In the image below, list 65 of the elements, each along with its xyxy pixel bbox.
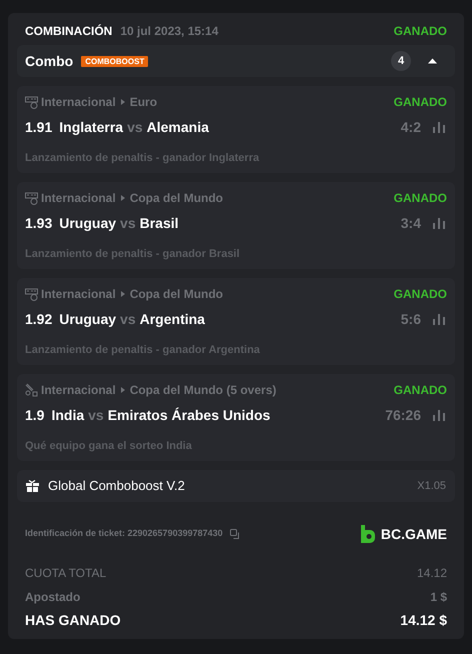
score: 4:2 xyxy=(400,118,421,136)
total-value: 14.12 xyxy=(416,564,447,582)
bar-chart-icon[interactable] xyxy=(433,122,445,132)
odds: 1.9 xyxy=(25,406,44,424)
score: 76:26 xyxy=(385,406,421,424)
away-team: Argentina xyxy=(140,310,205,329)
bar-chart-icon[interactable] xyxy=(433,218,445,228)
odds: 1.92 xyxy=(25,310,52,328)
boost-label: Global Comboboost V.2 xyxy=(48,477,185,496)
comboboost-badge: COMBOBOOST xyxy=(81,56,148,66)
league-name: Internacional xyxy=(41,286,116,303)
combo-title: Combo xyxy=(25,52,74,70)
total-label: CUOTA TOTAL xyxy=(25,564,106,582)
away-team: Emiratos Árabes Unidos xyxy=(108,406,270,424)
brand-name: BC.GAME xyxy=(380,524,447,544)
bet-status: GANADO xyxy=(394,23,447,40)
ticket-id: Identificación de ticket: 2290265790399787430 xyxy=(25,527,223,540)
league-name: Internacional xyxy=(41,382,116,399)
home-team: India xyxy=(51,406,84,424)
tournament-name: Euro xyxy=(130,94,158,111)
total-value: 14.12 $ xyxy=(400,611,447,630)
selection-count: 4 xyxy=(391,51,411,71)
away-team: Brasil xyxy=(140,214,179,232)
separator-icon xyxy=(120,291,125,297)
score: 5:6 xyxy=(400,310,421,328)
separator-icon xyxy=(120,387,125,393)
league-name: Internacional xyxy=(41,190,116,207)
tournament-name: Copa del Mundo xyxy=(130,286,224,303)
copy-icon[interactable] xyxy=(230,528,241,540)
football-goal-icon xyxy=(25,191,38,205)
bet-date: 10 jul 2023, 15:14 xyxy=(120,23,218,40)
total-label: HAS GANADO xyxy=(25,611,121,630)
league-name: Internacional xyxy=(41,94,116,111)
bar-chart-icon[interactable] xyxy=(433,314,445,324)
away-team: Alemania xyxy=(146,118,209,136)
total-value: 1 $ xyxy=(430,588,447,606)
bet-type: COMBINACIÓN xyxy=(25,23,112,40)
odds: 1.93 xyxy=(25,214,52,232)
selection-status: GANADO xyxy=(394,190,447,207)
caret-icon[interactable] xyxy=(428,58,437,64)
separator-icon xyxy=(120,99,125,105)
gift-icon xyxy=(26,480,39,492)
combo-header[interactable]: Combo COMBOBOOST 4 xyxy=(17,45,455,77)
home-team: Uruguay xyxy=(59,310,116,329)
tournament-name: Copa del Mundo (5 overs) xyxy=(130,382,276,399)
total-label: Apostado xyxy=(25,588,80,606)
selection-status: GANADO xyxy=(394,286,447,303)
versus-label: vs xyxy=(88,406,104,424)
tournament-name: Copa del Mundo xyxy=(130,190,224,207)
boost-multiplier: X1.05 xyxy=(417,478,446,494)
versus-label: vs xyxy=(127,118,143,136)
versus-label: vs xyxy=(120,310,136,328)
bar-chart-icon[interactable] xyxy=(433,410,445,420)
home-team: Uruguay xyxy=(59,214,116,233)
cricket-bat-icon xyxy=(25,383,38,397)
selection-status: GANADO xyxy=(394,382,447,399)
brand-logo-icon xyxy=(360,525,375,543)
football-goal-icon xyxy=(25,287,38,301)
home-team: Inglaterra xyxy=(59,118,124,137)
football-goal-icon xyxy=(25,95,38,109)
separator-icon xyxy=(120,195,125,201)
versus-label: vs xyxy=(120,214,136,232)
odds: 1.91 xyxy=(25,118,52,136)
score: 3:4 xyxy=(400,214,421,232)
selection-status: GANADO xyxy=(394,94,447,111)
